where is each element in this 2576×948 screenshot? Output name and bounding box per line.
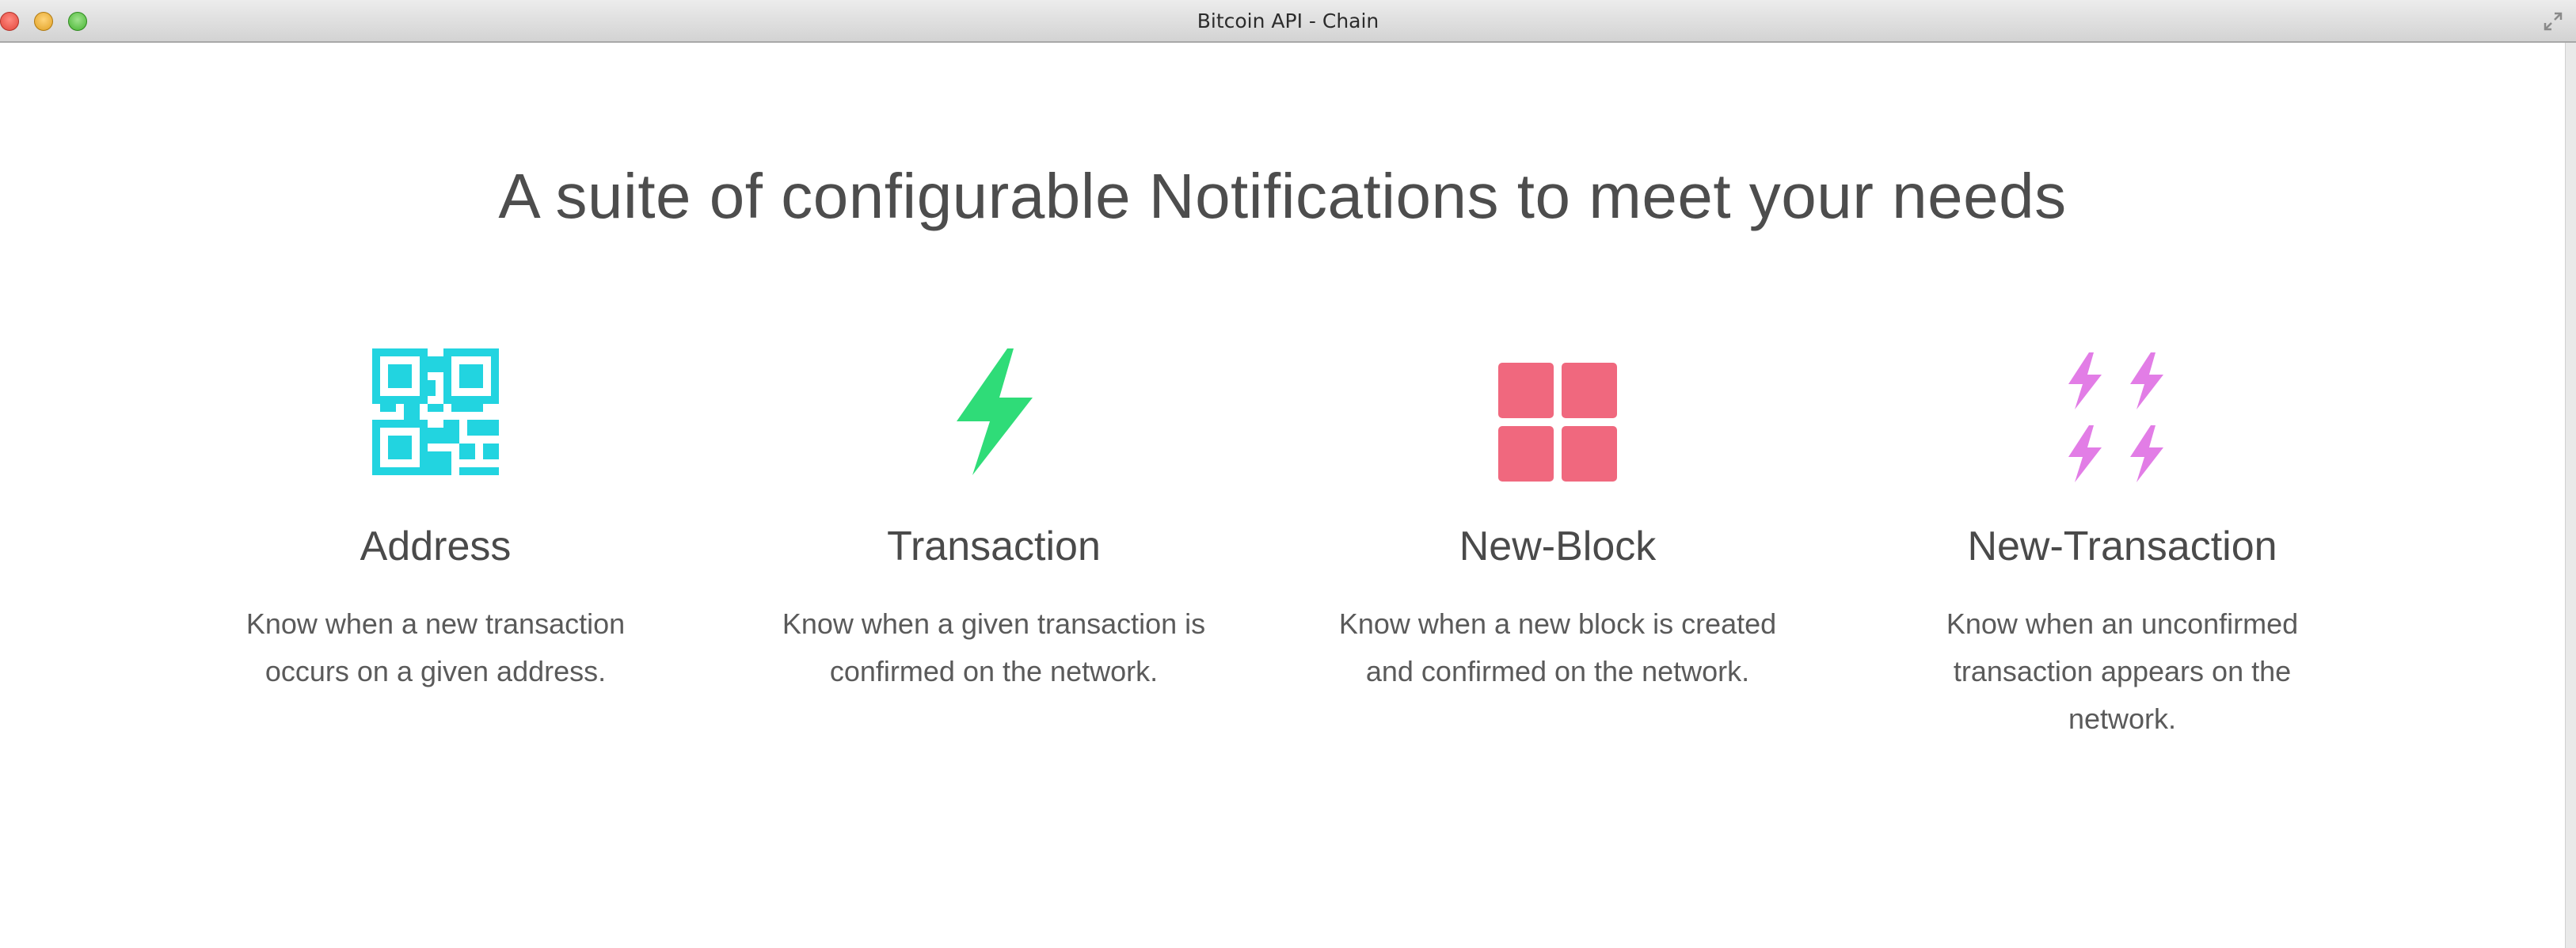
block-grid-icon — [1498, 363, 1617, 482]
feature-title: New-Block — [1459, 523, 1657, 569]
fullscreen-icon[interactable] — [2541, 10, 2565, 33]
feature-description: Know when a new block is created and con… — [1338, 607, 1777, 687]
feature-description: Know when a given transaction is confirm… — [782, 607, 1206, 687]
page-headline: A suite of configurable Notifications to… — [498, 161, 2067, 231]
feature-description: Know when a new transaction occurs on a … — [245, 607, 626, 687]
title-bar: Bitcoin API - Chain — [0, 0, 2576, 43]
feature-title: Transaction — [887, 523, 1101, 569]
multi-bolt-icon — [2068, 352, 2163, 482]
window-title: Bitcoin API - Chain — [1197, 10, 1379, 32]
browser-window: Bitcoin API - Chain A suite of configura… — [0, 0, 2576, 948]
feature-title: New-Transaction — [1967, 523, 2277, 569]
scrollbar[interactable] — [2565, 43, 2576, 948]
feature-description: Know when an unconfirmed transaction app… — [1946, 607, 2299, 735]
lightning-bolt-icon — [957, 348, 1033, 475]
feature-title: Address — [360, 523, 512, 569]
qr-code-icon — [372, 348, 499, 475]
